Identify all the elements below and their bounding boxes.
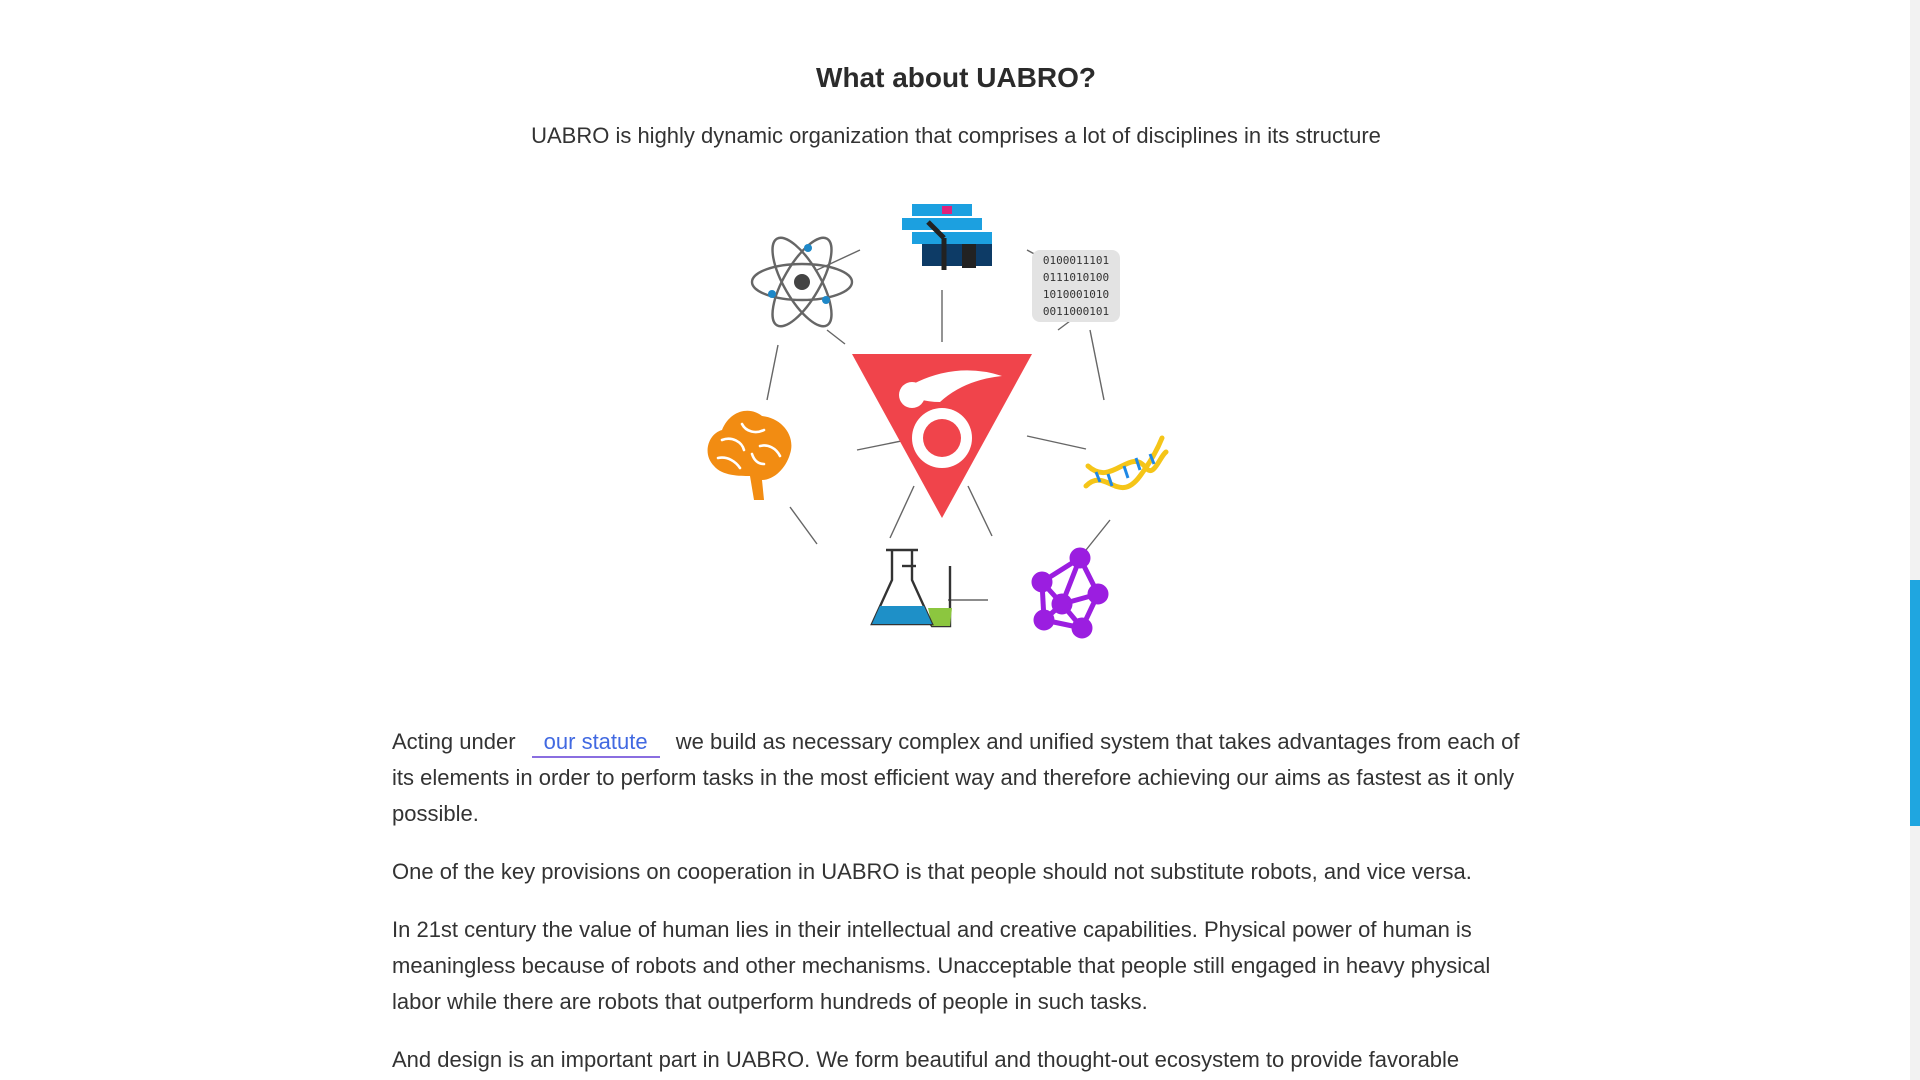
section-subtitle: UABRO is highly dynamic organization tha… [531, 123, 1381, 148]
brain-icon [707, 410, 792, 500]
network-icon [1031, 547, 1109, 639]
flasks-icon [870, 548, 952, 628]
section-title: What about UABRO? [816, 62, 1096, 93]
page-scrollbar-track[interactable] [1910, 0, 1920, 1080]
binary-line: 0100011101 [1043, 254, 1109, 267]
paragraph-design: And design is an important part in UABRO… [392, 1047, 1460, 1072]
atom-icon [750, 236, 854, 328]
dna-icon [1083, 435, 1169, 491]
binary-line: 1010001010 [1043, 288, 1109, 301]
connector-line [1089, 329, 1105, 401]
binary-line: 0011000101 [1043, 305, 1109, 318]
paragraph-human-value: In 21st century the value of human lies … [392, 917, 1491, 1014]
factory-icon [902, 204, 992, 270]
our-statute-link[interactable]: our statute [531, 729, 660, 758]
uabro-logo-icon [852, 354, 1032, 518]
connector-line [816, 249, 861, 271]
page-scrollbar-thumb[interactable] [1910, 580, 1920, 826]
connector-line [766, 344, 779, 401]
paragraph-cooperation: One of the key provisions on cooperation… [392, 859, 1472, 884]
binary-line: 0111010100 [1043, 271, 1109, 284]
paragraph-text: Acting under [392, 729, 516, 754]
connector-line [789, 506, 818, 545]
connector-line [826, 329, 846, 345]
connector-line [1026, 435, 1087, 450]
binary-code-icon: 0100011101 0111010100 1010001010 0011000… [1032, 250, 1120, 322]
paragraph-statute: Acting under our statute we build as nec… [392, 724, 1520, 832]
connector-line [889, 485, 915, 539]
disciplines-diagram: 0100011101 0111010100 1010001010 0011000… [702, 190, 1202, 660]
page: What about UABRO? UABRO is highly dynami… [0, 0, 1920, 1080]
about-paragraphs: Acting under our statute we build as nec… [392, 724, 1520, 1080]
disciplines-diagram-svg: 0100011101 0111010100 1010001010 0011000… [707, 204, 1169, 639]
connector-line [967, 485, 993, 537]
